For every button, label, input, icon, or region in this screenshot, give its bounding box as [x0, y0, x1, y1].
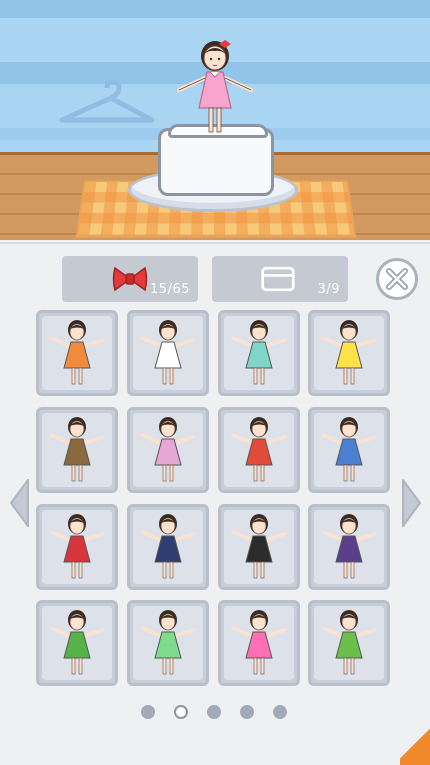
- outfit-slot-hula[interactable]: [36, 600, 118, 686]
- outfit-slot-frame: [314, 413, 384, 487]
- dressing-scene: [0, 0, 430, 240]
- page-dot[interactable]: [240, 705, 254, 719]
- outfit-slot-frame: [314, 606, 384, 680]
- character-orange-dress-icon: [49, 320, 105, 385]
- character-white-ghost-icon: [140, 320, 196, 385]
- outfit-slot-tribal-spear[interactable]: [36, 407, 118, 493]
- page-dot[interactable]: [207, 705, 221, 719]
- outfit-slot-frame: [224, 510, 294, 584]
- close-icon: [386, 268, 408, 290]
- outfit-slot-frame: [133, 606, 203, 680]
- background-stripe: [0, 0, 430, 18]
- character-shrine-maiden-icon: [49, 514, 105, 579]
- outfit-slot-jiangshi[interactable]: [308, 504, 390, 590]
- outfit-slot-pink-bunny[interactable]: [127, 407, 209, 493]
- outfit-slot-white-ghost[interactable]: [127, 310, 209, 396]
- character-fairy-icon: [140, 610, 196, 675]
- bow-count: 15/65: [150, 282, 190, 297]
- outfit-slot-frame: [224, 413, 294, 487]
- close-button[interactable]: [376, 258, 418, 300]
- tofu-block: [158, 128, 274, 196]
- page-dot[interactable]: [141, 705, 155, 719]
- outfit-slot-frame: [42, 413, 112, 487]
- outfit-slot-frame: [224, 316, 294, 390]
- outfit-slot-cheerleader[interactable]: [308, 310, 390, 396]
- box-counter: 3/9: [212, 256, 348, 302]
- character-police-icon: [140, 514, 196, 579]
- outfit-slot-basketball[interactable]: [218, 407, 300, 493]
- character-business-suit-icon: [231, 514, 287, 579]
- character-basketball-icon: [231, 417, 287, 482]
- corner-decoration: [400, 728, 430, 765]
- outfit-slot-frame: [314, 510, 384, 584]
- outfit-slot-tennis[interactable]: [308, 407, 390, 493]
- hanger-icon: [59, 80, 155, 123]
- box-count: 3/9: [317, 282, 340, 297]
- outfit-slot-orange-dress[interactable]: [36, 310, 118, 396]
- character-idol-singer-icon: [231, 610, 287, 675]
- character-pink-bunny-icon: [140, 417, 196, 482]
- outfit-slot-business-suit[interactable]: [218, 504, 300, 590]
- outfit-slot-teal-dress[interactable]: [218, 310, 300, 396]
- outfit-slot-idol-singer[interactable]: [218, 600, 300, 686]
- page-dot[interactable]: [174, 705, 188, 719]
- character-hula-icon: [49, 610, 105, 675]
- character-girl: [177, 40, 253, 133]
- box-icon: [261, 266, 295, 292]
- outfit-slot-frame: [224, 606, 294, 680]
- outfit-slot-frame: [133, 510, 203, 584]
- character-heian-kimono-icon: [321, 610, 377, 675]
- outfit-slot-frame: [133, 413, 203, 487]
- outfit-slot-shrine-maiden[interactable]: [36, 504, 118, 590]
- outfit-slot-fairy[interactable]: [127, 600, 209, 686]
- bow-counter: 15/65: [62, 256, 198, 302]
- outfit-slot-police[interactable]: [127, 504, 209, 590]
- outfit-slot-frame: [42, 316, 112, 390]
- outfit-slot-frame: [133, 316, 203, 390]
- outfit-slot-frame: [314, 316, 384, 390]
- outfit-grid: [36, 310, 392, 686]
- outfit-slot-frame: [42, 606, 112, 680]
- character-tennis-icon: [321, 417, 377, 482]
- character-teal-dress-icon: [231, 320, 287, 385]
- ribbon-bow-icon: [112, 266, 148, 292]
- outfit-slot-heian-kimono[interactable]: [308, 600, 390, 686]
- character-tribal-spear-icon: [49, 417, 105, 482]
- page-indicator: [138, 703, 294, 721]
- character-jiangshi-icon: [321, 514, 377, 579]
- next-page-arrow[interactable]: [401, 478, 423, 528]
- outfit-slot-frame: [42, 510, 112, 584]
- character-cheerleader-icon: [321, 320, 377, 385]
- previous-page-arrow[interactable]: [8, 478, 30, 528]
- page-dot[interactable]: [273, 705, 287, 719]
